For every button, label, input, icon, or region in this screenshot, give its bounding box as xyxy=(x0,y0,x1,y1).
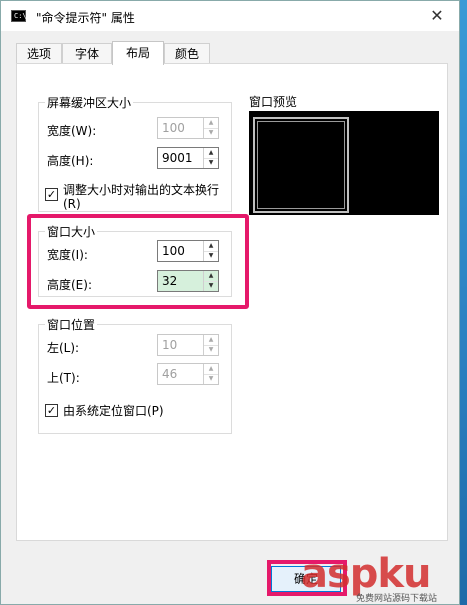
window-top-value: 46 xyxy=(162,367,178,381)
buffer-width-label: 宽度(W): xyxy=(47,124,97,138)
wrap-text-label-hotkey: (R) xyxy=(63,197,81,211)
window-left-label: 左(L): xyxy=(47,341,80,355)
window-title: "命令提示符" 属性 xyxy=(36,11,135,25)
tab-options[interactable]: 选项 xyxy=(16,43,62,63)
window-top-label: 上(T): xyxy=(47,371,80,385)
spin-down-icon[interactable]: ▼ xyxy=(204,128,218,138)
buffer-height-stepper[interactable]: 9001 ▲ ▼ xyxy=(157,147,219,169)
wrap-text-label: 调整大小时对输出的文本换行 xyxy=(63,183,220,197)
window-preview xyxy=(249,111,439,215)
window-left-stepper[interactable]: 10 ▲ ▼ xyxy=(157,334,219,356)
buffer-size-title: 屏幕缓冲区大小 xyxy=(45,94,134,111)
wrap-text-checkbox[interactable]: ✓ xyxy=(45,188,58,201)
title-bar[interactable]: C:\. "命令提示符" 属性 ✕ xyxy=(1,1,459,31)
buffer-height-label: 高度(H): xyxy=(47,154,94,168)
tab-font[interactable]: 字体 xyxy=(62,43,112,63)
spin-down-icon[interactable]: ▼ xyxy=(204,374,218,384)
properties-dialog: C:\. "命令提示符" 属性 ✕ 选项 字体 布局 颜色 屏幕缓冲区大小 宽度… xyxy=(0,0,460,605)
highlight-box xyxy=(27,214,249,309)
window-left-value: 10 xyxy=(162,338,178,352)
preview-title: 窗口预览 xyxy=(249,95,298,109)
cmd-app-icon: C:\. xyxy=(11,10,31,22)
buffer-width-stepper[interactable]: 100 ▲ ▼ xyxy=(157,117,219,139)
window-position-title: 窗口位置 xyxy=(45,316,98,333)
spin-down-icon[interactable]: ▼ xyxy=(204,158,218,168)
preview-window xyxy=(253,117,349,213)
watermark-subtitle: 免费网站源码下载站 xyxy=(356,594,438,604)
buffer-width-value: 100 xyxy=(162,121,185,135)
close-icon[interactable]: ✕ xyxy=(415,1,459,31)
buffer-height-value: 9001 xyxy=(162,151,193,165)
window-top-stepper[interactable]: 46 ▲ ▼ xyxy=(157,363,219,385)
tab-colors[interactable]: 颜色 xyxy=(164,43,210,63)
system-position-label: 由系统定位窗口(P) xyxy=(63,404,164,418)
spin-down-icon[interactable]: ▼ xyxy=(204,345,218,355)
system-position-checkbox[interactable]: ✓ xyxy=(45,404,58,417)
tab-layout[interactable]: 布局 xyxy=(112,41,164,65)
